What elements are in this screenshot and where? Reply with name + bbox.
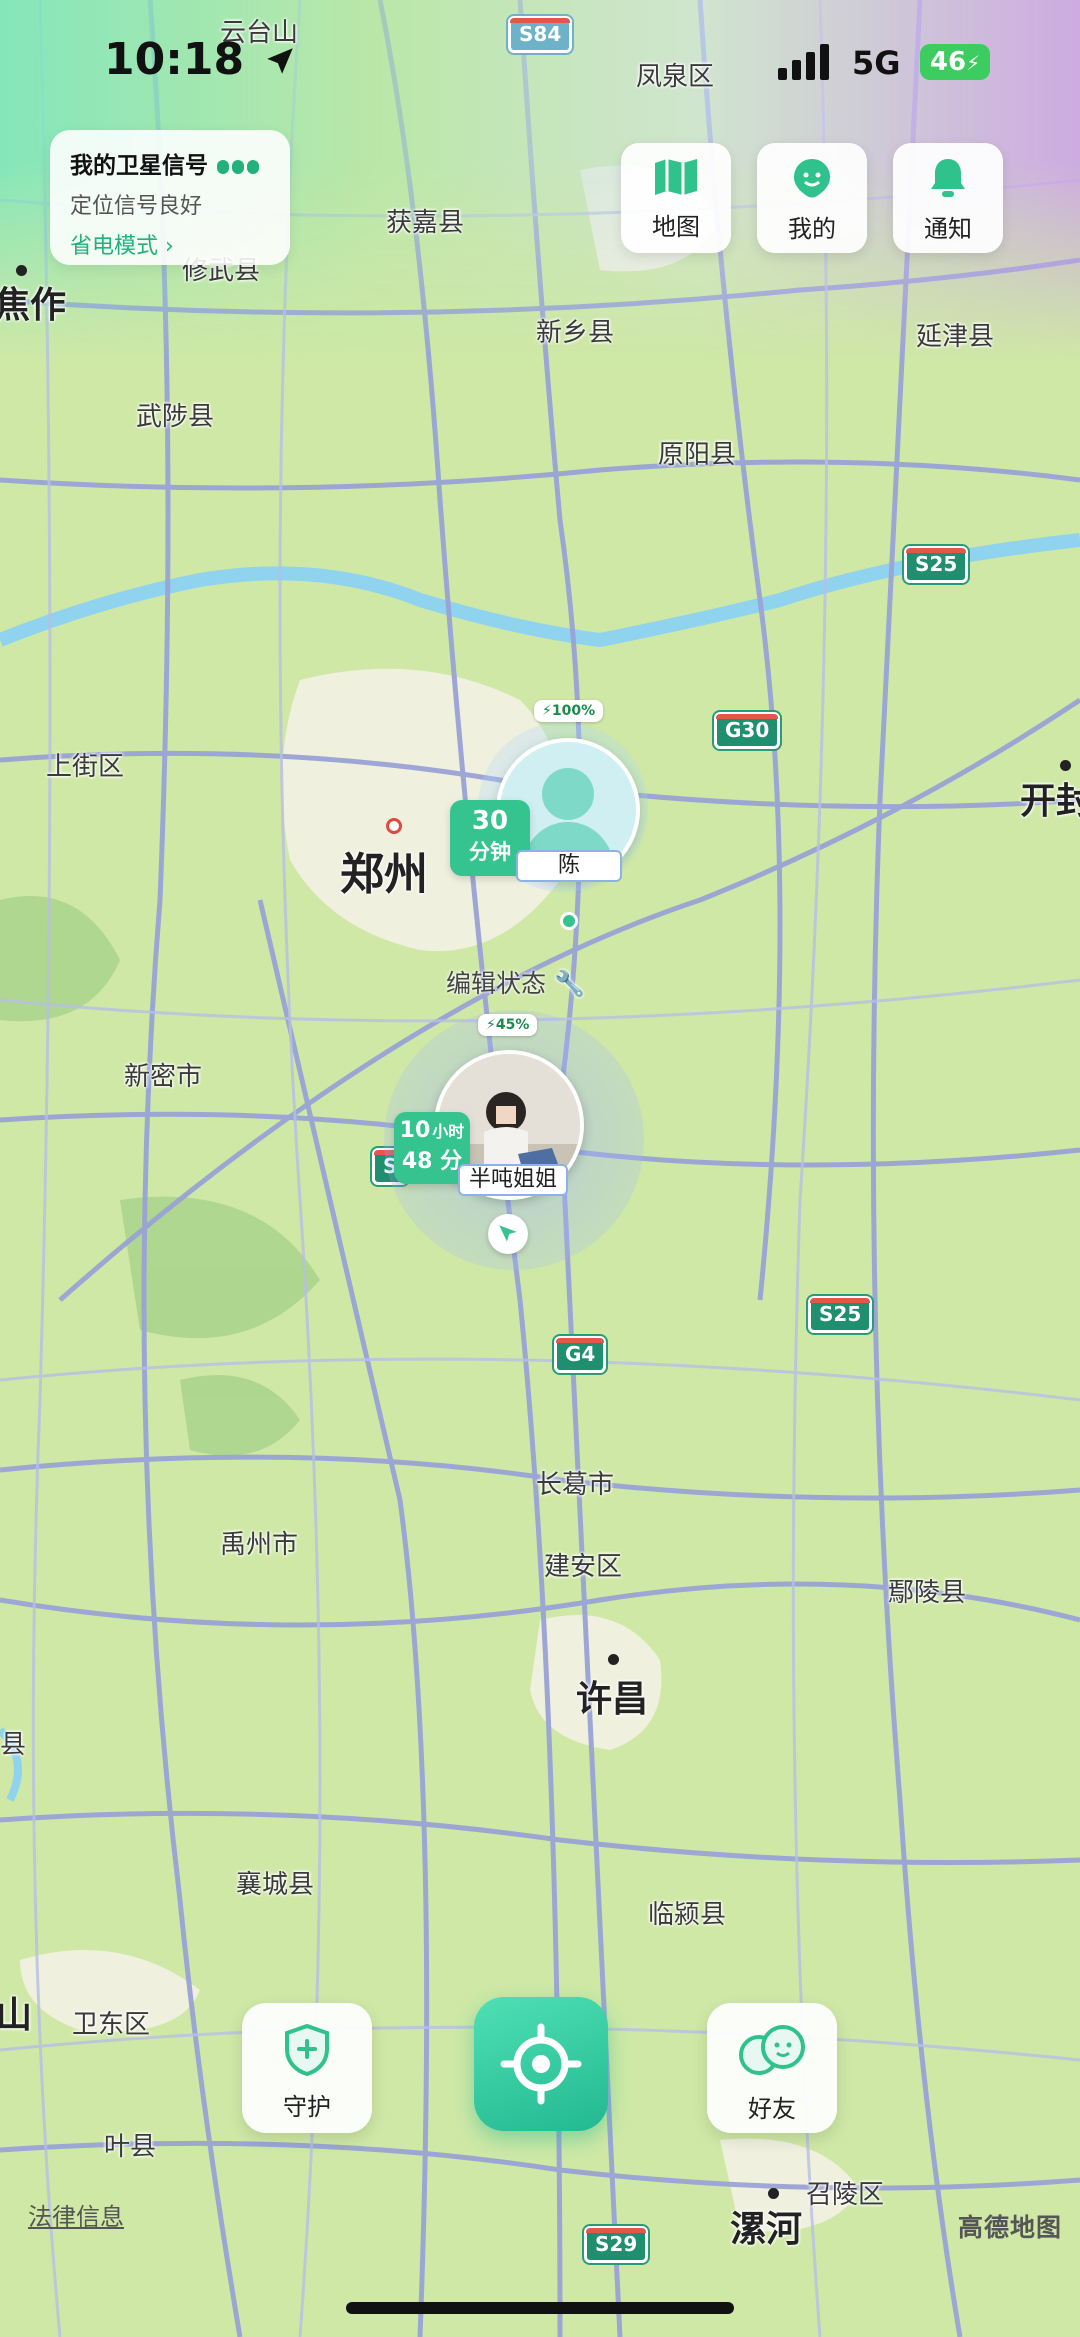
home-indicator[interactable] bbox=[346, 2302, 734, 2314]
map-label-fengquan: 凤泉区 bbox=[636, 62, 715, 92]
legal-info-link[interactable]: 法律信息 bbox=[28, 2197, 124, 2232]
edit-status-button[interactable]: 编辑状态 🔧 bbox=[446, 964, 585, 1000]
notification-button[interactable]: 通知 bbox=[893, 143, 1003, 253]
friend-battery-tag: ⚡100% bbox=[534, 700, 604, 722]
friend-name-tag: 半吨姐姐 bbox=[458, 1164, 568, 1196]
map-label-jiaozuo: 焦作 bbox=[0, 285, 67, 326]
map-label-xian-partial: 县 bbox=[0, 1730, 27, 1760]
road-shield: S25 bbox=[904, 546, 969, 583]
shield-plus-icon bbox=[285, 2023, 329, 2077]
guard-button[interactable]: 守护 bbox=[242, 2003, 372, 2133]
location-arrow-icon bbox=[267, 48, 294, 74]
road-shield: S29 bbox=[584, 2226, 649, 2263]
map-label-changge: 长葛市 bbox=[536, 1470, 615, 1500]
signal-card-title: 我的卫星信号 bbox=[70, 146, 270, 180]
map-label-xiangcheng: 襄城县 bbox=[236, 1870, 315, 1900]
road-shield: G30 bbox=[714, 712, 781, 749]
map-label-xinmi: 新密市 bbox=[124, 1062, 203, 1092]
battery-indicator: 46⚡ bbox=[920, 44, 990, 80]
mine-button-label: 我的 bbox=[788, 215, 836, 243]
chevron-right-icon: › bbox=[165, 234, 174, 259]
status-time: 10:18 bbox=[104, 34, 297, 85]
map-button-label: 地图 bbox=[652, 213, 700, 241]
city-dot-jiaozuo bbox=[16, 265, 27, 276]
map-button[interactable]: 地图 bbox=[621, 143, 731, 253]
cellular-signal-icon bbox=[776, 44, 832, 84]
bell-icon bbox=[931, 159, 965, 197]
power-saving-link[interactable]: 省电模式 › bbox=[70, 228, 270, 260]
signal-status-text: 定位信号良好 bbox=[70, 194, 203, 219]
map-label-huojia: 获嘉县 bbox=[386, 208, 465, 238]
road-shield: S25 bbox=[808, 1296, 873, 1333]
map-label-yuanyang: 原阳县 bbox=[658, 440, 737, 470]
network-type: 5G bbox=[852, 44, 901, 82]
friends-button[interactable]: 好友 bbox=[707, 2003, 837, 2133]
map-icon bbox=[655, 159, 697, 195]
crosshair-icon bbox=[500, 2023, 582, 2105]
friend-position-dot bbox=[560, 912, 578, 930]
satellite-signal-card[interactable]: 我的卫星信号 定位信号良好 省电模式 › bbox=[50, 130, 290, 265]
city-dot-luohe bbox=[768, 2188, 779, 2199]
map-label-luohe: 漯河 bbox=[730, 2209, 803, 2250]
map-label-shangjie: 上街区 bbox=[46, 752, 125, 782]
road-shield: S84 bbox=[508, 16, 573, 53]
city-marker-zhengzhou bbox=[386, 818, 402, 834]
friends-icon bbox=[739, 2025, 805, 2075]
map-label-linying: 临颍县 bbox=[648, 1900, 727, 1930]
road-shield: G4 bbox=[554, 1336, 607, 1373]
map-label-yanjin: 延津县 bbox=[916, 322, 995, 352]
friends-button-label: 好友 bbox=[748, 2095, 796, 2123]
wrench-icon: 🔧 bbox=[553, 969, 586, 998]
map-label-ye: 叶县 bbox=[104, 2132, 157, 2162]
guard-button-label: 守护 bbox=[283, 2093, 331, 2121]
mine-button[interactable]: 我的 bbox=[757, 143, 867, 253]
map-label-zhengzhou: 郑州 bbox=[340, 849, 428, 900]
map-label-shan: 山 bbox=[0, 1995, 33, 2036]
friend-name-tag: 陈 bbox=[516, 850, 622, 882]
notification-button-label: 通知 bbox=[924, 215, 972, 243]
friend-battery-tag: ⚡45% bbox=[478, 1014, 538, 1036]
map-label-xinxiang: 新乡县 bbox=[536, 318, 615, 348]
map-label-xuchang: 许昌 bbox=[576, 1679, 649, 1720]
map-label-kaifeng: 开封 bbox=[1020, 781, 1080, 822]
city-dot-xuchang bbox=[608, 1654, 619, 1665]
face-icon bbox=[794, 159, 830, 198]
map-label-zhaoling: 召陵区 bbox=[806, 2180, 885, 2210]
map-label-wuzhi: 武陟县 bbox=[136, 402, 215, 432]
map-label-weidong: 卫东区 bbox=[72, 2010, 151, 2040]
signal-strength-dots bbox=[214, 154, 259, 180]
map-label-jianan: 建安区 bbox=[544, 1552, 623, 1582]
amap-logo: 高德地图 bbox=[958, 2213, 1063, 2242]
locate-me-button[interactable] bbox=[474, 1997, 608, 2131]
city-dot-kaifeng bbox=[1060, 760, 1071, 771]
map-label-yanling: 鄢陵县 bbox=[888, 1578, 967, 1608]
navigation-arrow-icon bbox=[488, 1214, 528, 1254]
map-label-yuzhou: 禹州市 bbox=[220, 1530, 299, 1560]
